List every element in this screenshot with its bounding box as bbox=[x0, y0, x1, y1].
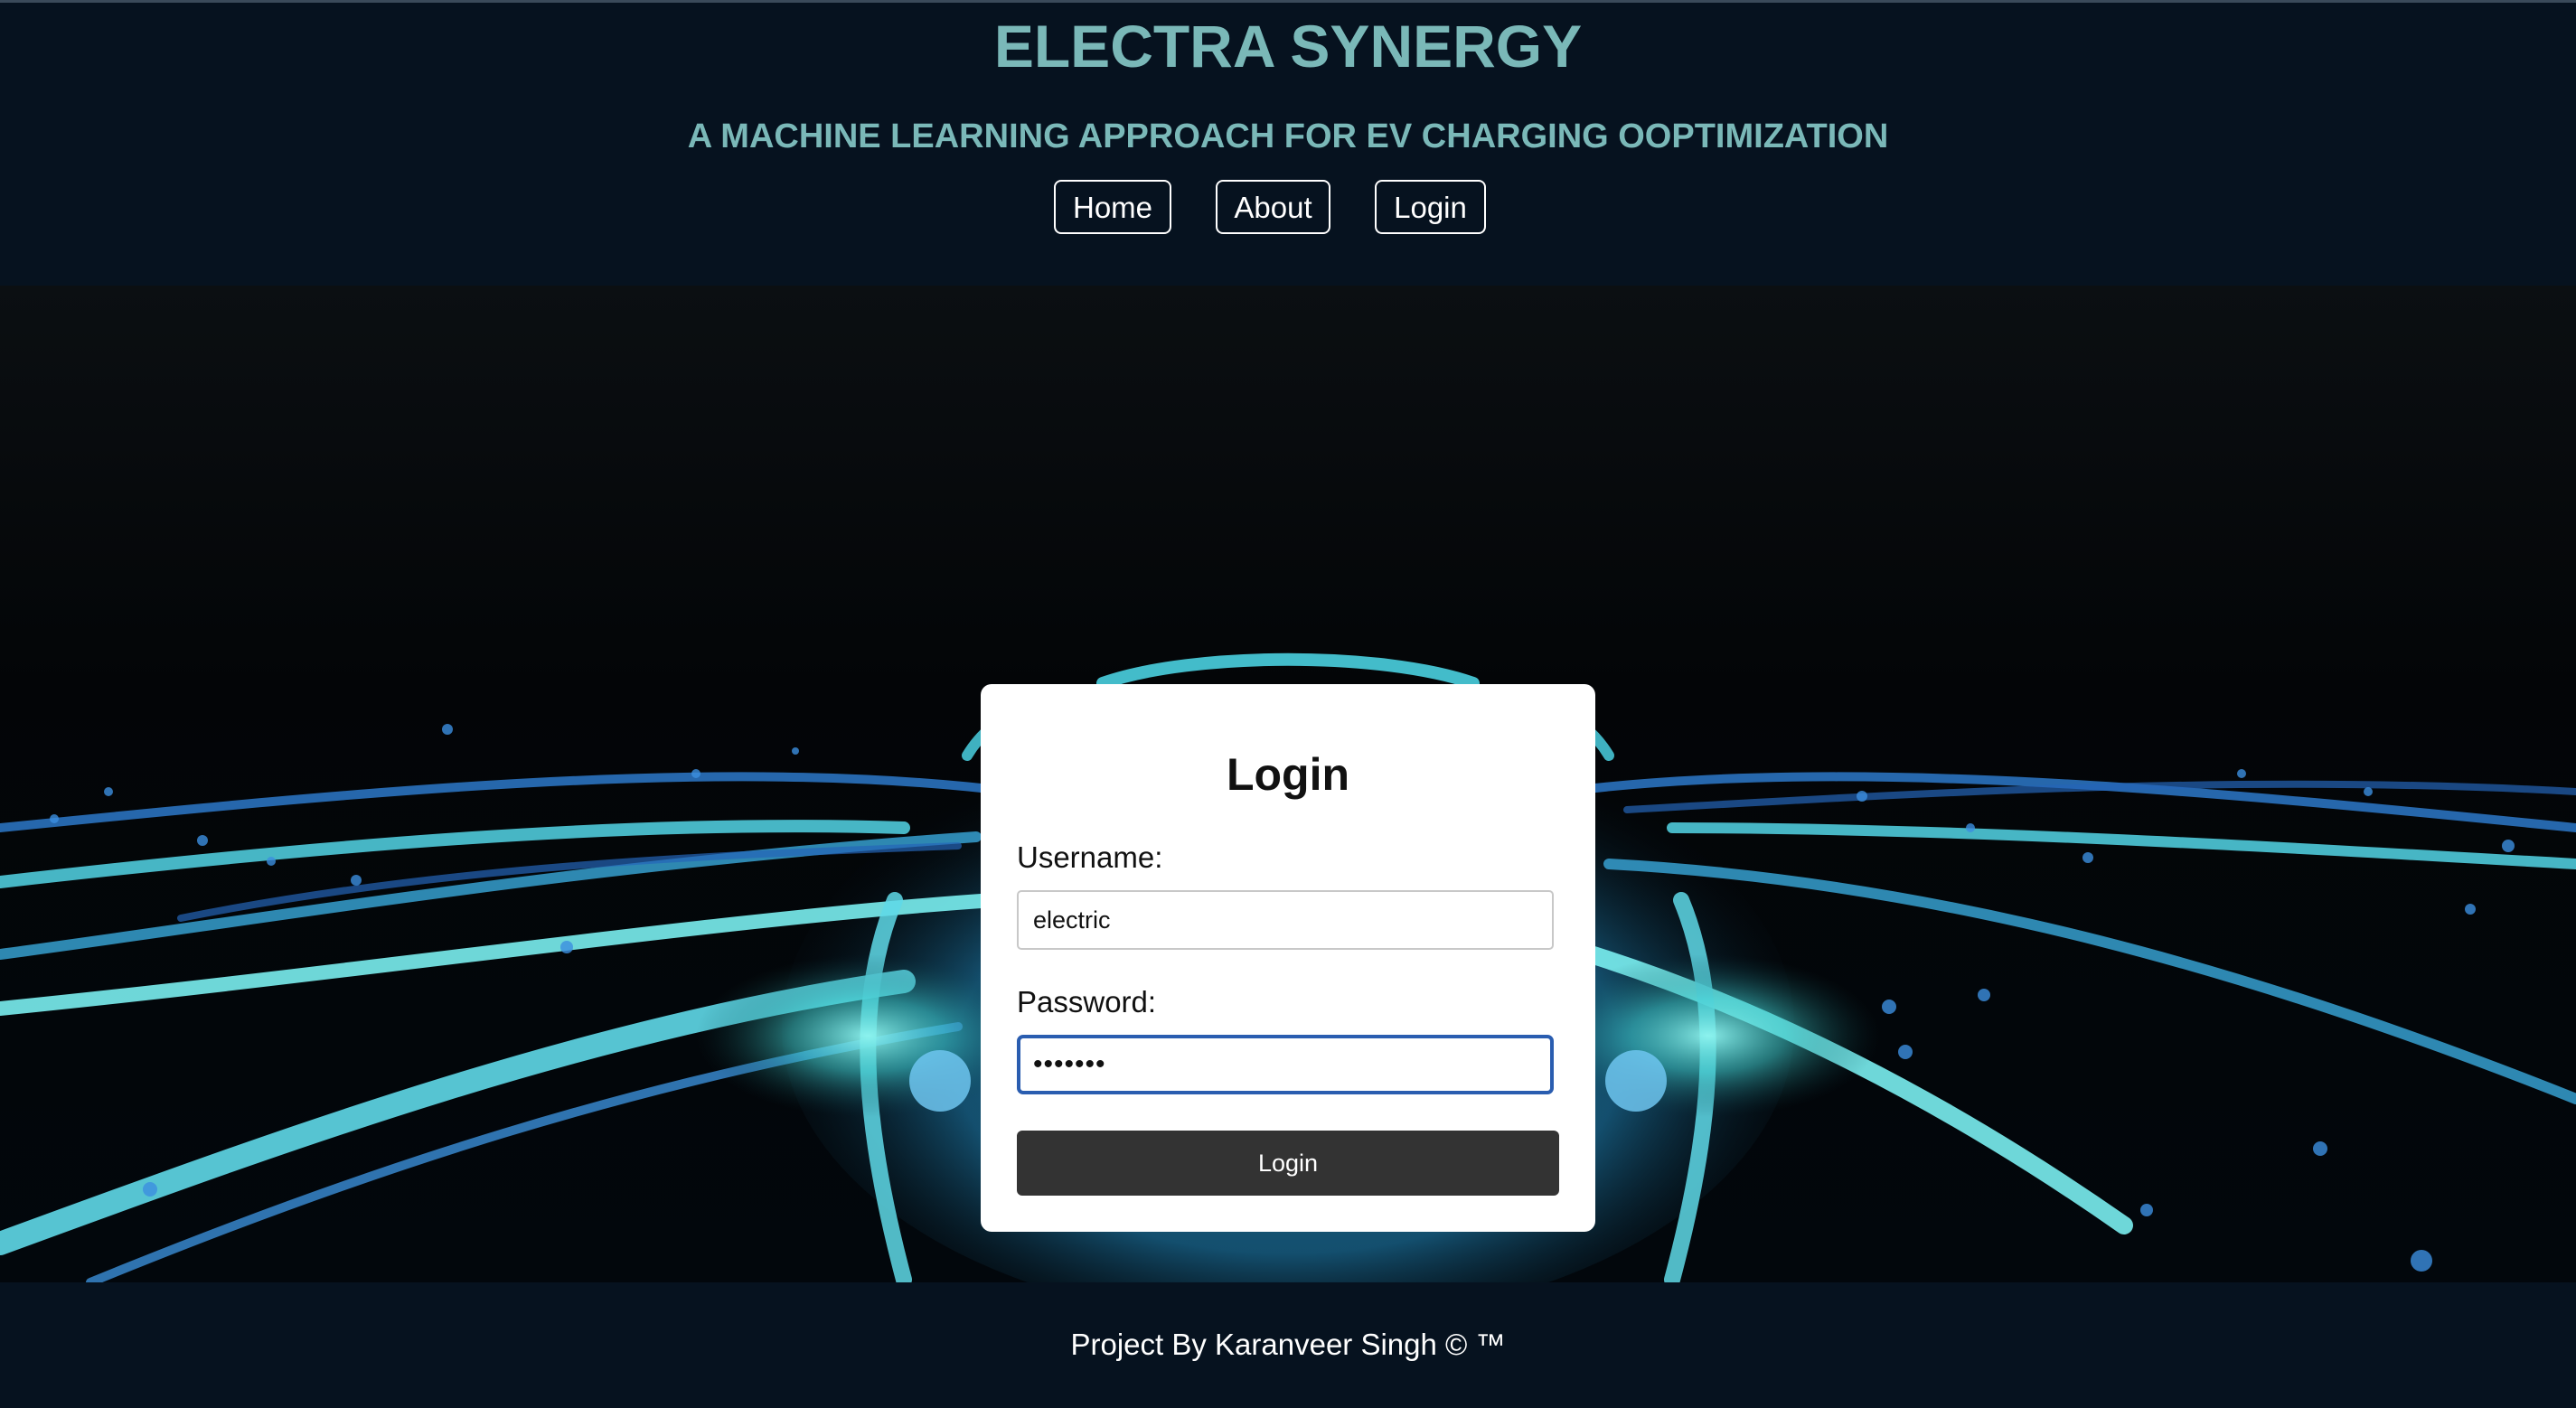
login-card: Login Username: Password: Login bbox=[981, 684, 1595, 1232]
login-heading: Login bbox=[1226, 749, 1350, 800]
password-input[interactable] bbox=[1017, 1035, 1554, 1094]
nav-login-button[interactable]: Login bbox=[1375, 180, 1486, 234]
site-title: ELECTRA SYNERGY bbox=[993, 13, 1583, 80]
nav-home-button[interactable]: Home bbox=[1054, 180, 1171, 234]
login-submit-button[interactable]: Login bbox=[1017, 1131, 1559, 1196]
page: ELECTRA SYNERGY A MACHINE LEARNING APPRO… bbox=[0, 0, 2576, 1408]
site-subtitle: A MACHINE LEARNING APPROACH FOR EV CHARG… bbox=[687, 117, 1889, 155]
password-label: Password: bbox=[1017, 985, 1157, 1018]
main-nav: Home About Login bbox=[0, 180, 2576, 234]
username-input[interactable] bbox=[1017, 890, 1554, 950]
nav-about-button[interactable]: About bbox=[1216, 180, 1330, 234]
site-header: ELECTRA SYNERGY A MACHINE LEARNING APPRO… bbox=[0, 0, 2576, 286]
username-label: Username: bbox=[1017, 840, 1163, 874]
site-footer: Project By Karanveer Singh © ™ bbox=[0, 1282, 2576, 1408]
footer-credit: Project By Karanveer Singh © ™ bbox=[1070, 1328, 1506, 1361]
